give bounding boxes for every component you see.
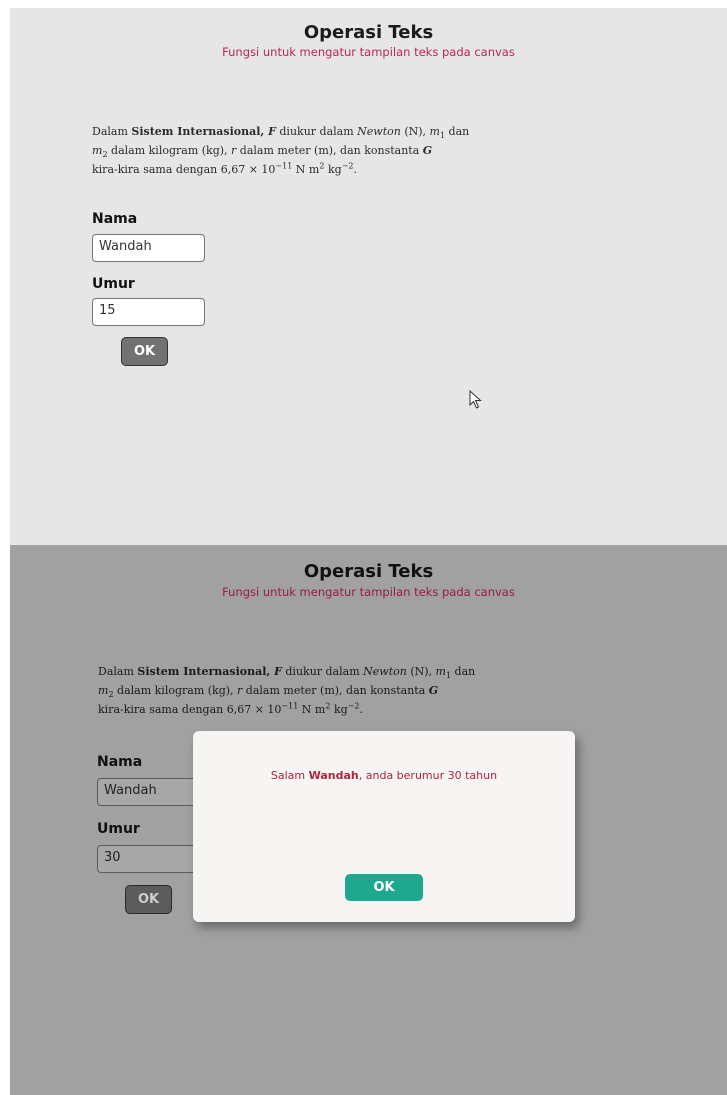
page-subtitle: Fungsi untuk mengatur tampilan teks pada…	[222, 585, 515, 599]
ok-button[interactable]: OK	[125, 885, 172, 914]
alert-dialog: Salam Wandah, anda berumur 30 tahun OK	[193, 731, 575, 922]
canvas-screen-initial: Operasi Teks Fungsi untuk mengatur tampi…	[10, 8, 727, 545]
dialog-message: Salam Wandah, anda berumur 30 tahun	[270, 769, 498, 782]
umur-input[interactable]: 15	[92, 298, 205, 326]
nama-input[interactable]: Wandah	[92, 234, 205, 262]
mouse-cursor-icon	[469, 390, 482, 409]
umur-label: Umur	[92, 276, 135, 292]
physics-paragraph: Dalam Sistem Internasional, F diukur dal…	[98, 665, 476, 716]
umur-label: Umur	[97, 821, 140, 837]
page-subtitle: Fungsi untuk mengatur tampilan teks pada…	[222, 45, 515, 59]
canvas-screen-dialog: Operasi Teks Fungsi untuk mengatur tampi…	[10, 545, 727, 1095]
page-title: Operasi Teks	[303, 561, 434, 582]
physics-paragraph: Dalam Sistem Internasional, F diukur dal…	[92, 125, 470, 176]
nama-label: Nama	[92, 211, 138, 227]
dialog-ok-button[interactable]: OK	[345, 874, 423, 901]
ok-button[interactable]: OK	[121, 337, 168, 366]
page-title: Operasi Teks	[303, 22, 434, 43]
nama-label: Nama	[97, 754, 143, 770]
